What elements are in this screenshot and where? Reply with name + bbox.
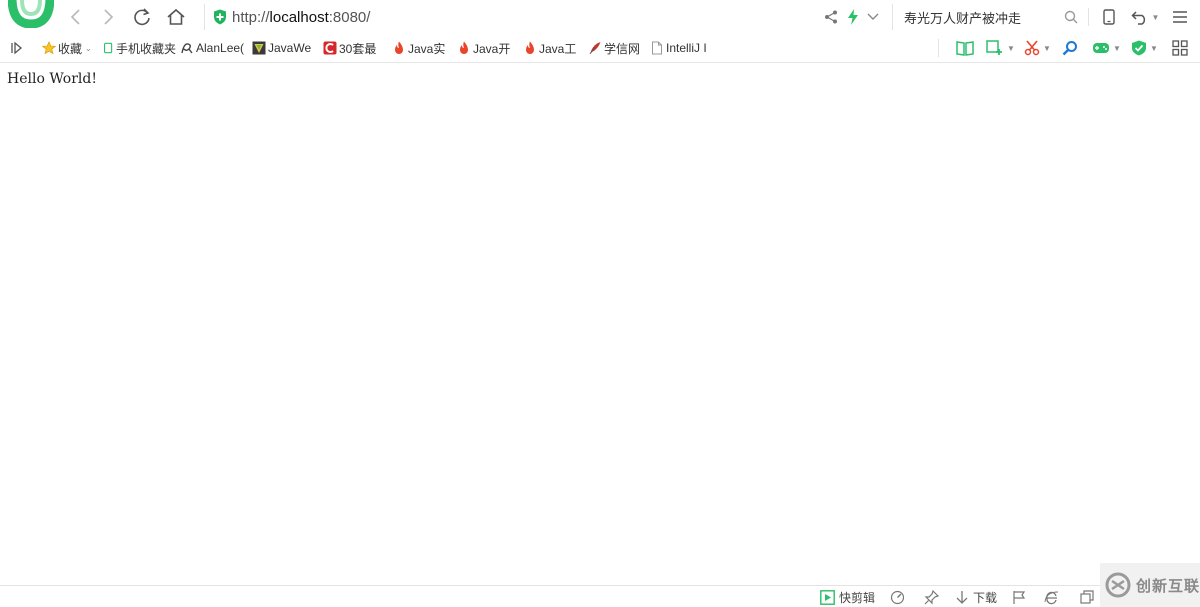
bookmarks-divider bbox=[938, 39, 939, 57]
caret-down-icon: ▼ bbox=[1150, 43, 1158, 53]
page-icon bbox=[652, 41, 662, 55]
window-restore-button[interactable] bbox=[1080, 588, 1098, 606]
bookmark-xuexin[interactable]: 学信网 bbox=[588, 39, 640, 57]
bookmark-intellij[interactable]: IntelliJ I bbox=[650, 39, 707, 57]
magnifier-icon bbox=[1062, 41, 1077, 56]
window-restore-icon bbox=[1080, 590, 1094, 604]
chevron-right-icon bbox=[104, 9, 114, 25]
clip-tool-button[interactable]: ▼ bbox=[1024, 39, 1051, 57]
download-button[interactable]: 下载 bbox=[955, 588, 997, 606]
home-button[interactable] bbox=[164, 5, 188, 29]
gamepad-icon bbox=[1093, 43, 1109, 53]
star-icon bbox=[42, 41, 56, 55]
main-menu-button[interactable] bbox=[1170, 6, 1190, 28]
ie-compat-icon bbox=[1044, 591, 1059, 604]
fire-icon bbox=[460, 41, 468, 54]
secure-shield-icon bbox=[214, 9, 226, 25]
bookmark-java-1[interactable]: Java实 bbox=[392, 39, 445, 57]
watermark-text: 创新互联 bbox=[1136, 577, 1200, 595]
shield-check-icon bbox=[1132, 40, 1146, 56]
search-input[interactable]: 寿光万人财产被冲走 bbox=[904, 8, 1054, 27]
address-bar[interactable]: http://localhost:8080/ bbox=[204, 4, 814, 30]
hamburger-menu-icon bbox=[1173, 11, 1187, 23]
browser-toolbar: http://localhost:8080/ 寿光万人财产被冲走 ▼ bbox=[0, 0, 1200, 34]
alan-icon bbox=[181, 43, 193, 54]
speedometer-icon bbox=[890, 590, 905, 604]
screenshot-tool-button[interactable]: ▼ bbox=[986, 39, 1015, 57]
fire-icon bbox=[526, 41, 534, 54]
reload-button[interactable] bbox=[130, 5, 154, 29]
phone-icon bbox=[104, 42, 113, 54]
accelerate-button[interactable] bbox=[890, 588, 909, 606]
speed-mode-button[interactable] bbox=[844, 6, 862, 28]
watermark-logo: 创新互联 bbox=[1100, 563, 1200, 607]
bookmark-javawe[interactable]: JavaWe bbox=[252, 39, 311, 57]
caret-down-icon: ⌄ bbox=[85, 43, 92, 53]
grid-apps-icon bbox=[1172, 40, 1188, 56]
watermark-emblem-icon bbox=[1105, 572, 1131, 598]
ie-mode-button[interactable] bbox=[1044, 588, 1063, 606]
bookmark-mobile-favorites[interactable]: 手机收藏夹 bbox=[103, 39, 176, 57]
scissors-icon bbox=[1024, 40, 1040, 56]
fire-icon bbox=[395, 41, 403, 54]
url-text: http://localhost:8080/ bbox=[232, 8, 371, 26]
bookmark-30-sets[interactable]: 30套最 bbox=[323, 39, 376, 57]
javawe-icon bbox=[252, 41, 266, 55]
quick-clip-button[interactable]: 快剪辑 bbox=[820, 588, 875, 606]
game-tool-button[interactable]: ▼ bbox=[1092, 39, 1121, 57]
caret-down-icon: ▼ bbox=[1043, 43, 1051, 53]
flag-icon bbox=[1013, 590, 1026, 604]
download-arrow-icon bbox=[956, 590, 968, 604]
security-tool-button[interactable]: ▼ bbox=[1131, 39, 1158, 57]
sidebar-toggle-button[interactable] bbox=[10, 39, 24, 57]
status-bar: 快剪辑 下载 bbox=[0, 585, 1200, 607]
reading-mode-button[interactable] bbox=[956, 39, 974, 57]
undo-icon bbox=[1130, 11, 1145, 25]
mobile-button[interactable] bbox=[1100, 6, 1118, 28]
extensions-button[interactable] bbox=[1172, 39, 1188, 57]
forward-button[interactable] bbox=[96, 5, 120, 29]
sidebar-toggle-icon bbox=[11, 41, 23, 55]
undo-close-button[interactable]: ▼ bbox=[1130, 6, 1160, 28]
toolbar-divider bbox=[1088, 8, 1089, 26]
search-icon[interactable] bbox=[1064, 10, 1078, 24]
video-clip-icon bbox=[820, 589, 835, 605]
chevron-down-icon bbox=[867, 13, 879, 20]
quill-icon bbox=[589, 42, 601, 55]
browser-logo-icon[interactable] bbox=[7, 0, 55, 29]
home-icon bbox=[167, 8, 185, 25]
phone-icon bbox=[1103, 9, 1115, 25]
address-dropdown-button[interactable] bbox=[864, 6, 882, 28]
pin-button[interactable] bbox=[924, 588, 943, 606]
c-logo-icon bbox=[323, 41, 337, 55]
bookmark-java-3[interactable]: Java工 bbox=[523, 39, 576, 57]
reload-icon bbox=[134, 8, 150, 26]
chevron-left-icon bbox=[70, 9, 80, 25]
share-button[interactable] bbox=[822, 6, 840, 28]
caret-down-icon: ▼ bbox=[1007, 43, 1015, 53]
bookmark-java-2[interactable]: Java开 bbox=[457, 39, 510, 57]
bookmark-favorites[interactable]: 收藏 ⌄ bbox=[42, 39, 92, 57]
back-button[interactable] bbox=[64, 5, 88, 29]
pin-icon bbox=[924, 589, 939, 604]
image-add-icon bbox=[986, 40, 1002, 55]
share-icon bbox=[825, 10, 837, 24]
magnifier-tool-button[interactable] bbox=[1062, 39, 1078, 57]
book-icon bbox=[956, 41, 974, 56]
flag-button[interactable] bbox=[1012, 588, 1030, 606]
page-viewport: Hello World! bbox=[0, 64, 1200, 585]
search-box[interactable]: 寿光万人财产被冲走 bbox=[892, 4, 1082, 30]
caret-down-icon: ▼ bbox=[1113, 43, 1121, 53]
bookmark-alanlee[interactable]: AlanLee( bbox=[180, 39, 244, 57]
page-body-text: Hello World! bbox=[7, 71, 97, 87]
caret-down-icon: ▼ bbox=[1151, 12, 1160, 22]
bookmarks-bar: 收藏 ⌄ 手机收藏夹 AlanLee( JavaWe 30套最 Java实 Ja… bbox=[0, 34, 1200, 63]
lightning-icon bbox=[848, 9, 858, 25]
